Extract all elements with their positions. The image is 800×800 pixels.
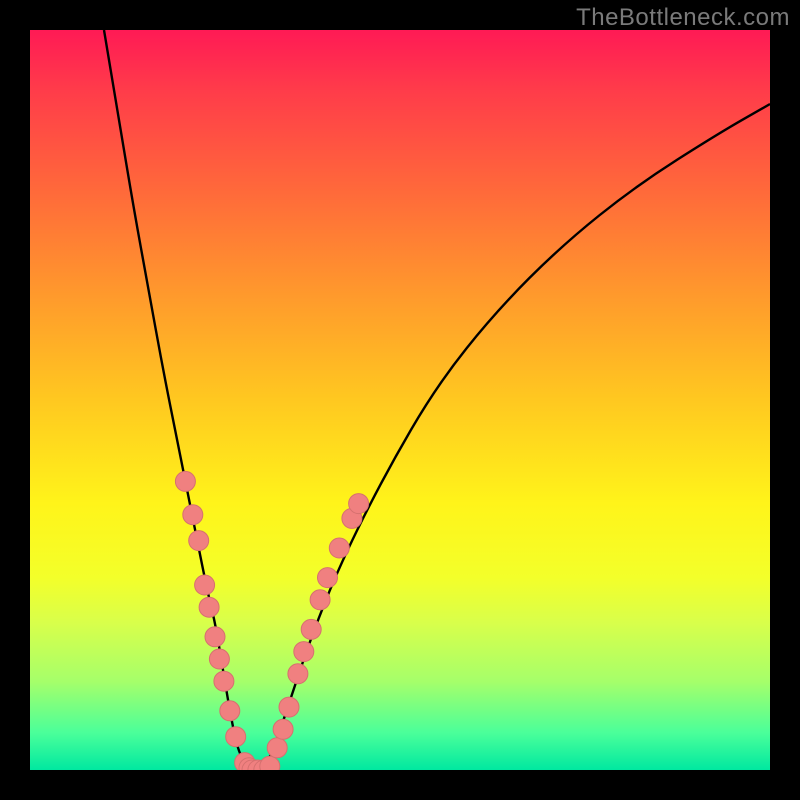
data-dot — [273, 719, 293, 739]
data-dot — [288, 664, 308, 684]
data-dot — [267, 738, 287, 758]
data-dot — [294, 642, 314, 662]
data-dot — [279, 697, 299, 717]
scatter-dots — [175, 471, 368, 770]
data-dot — [220, 701, 240, 721]
plot-area — [30, 30, 770, 770]
data-dot — [301, 619, 321, 639]
data-dot — [329, 538, 349, 558]
bottleneck-curve — [104, 30, 770, 770]
chart-svg — [30, 30, 770, 770]
data-dot — [183, 505, 203, 525]
data-dot — [310, 590, 330, 610]
data-dot — [205, 627, 225, 647]
data-dot — [226, 727, 246, 747]
outer-frame: TheBottleneck.com — [0, 0, 800, 800]
data-dot — [199, 597, 219, 617]
data-dot — [189, 531, 209, 551]
data-dot — [214, 671, 234, 691]
data-dot — [195, 575, 215, 595]
data-dot — [175, 471, 195, 491]
data-dot — [209, 649, 229, 669]
data-dot — [260, 756, 280, 770]
data-dot — [349, 494, 369, 514]
data-dot — [318, 568, 338, 588]
watermark-label: TheBottleneck.com — [576, 4, 790, 32]
